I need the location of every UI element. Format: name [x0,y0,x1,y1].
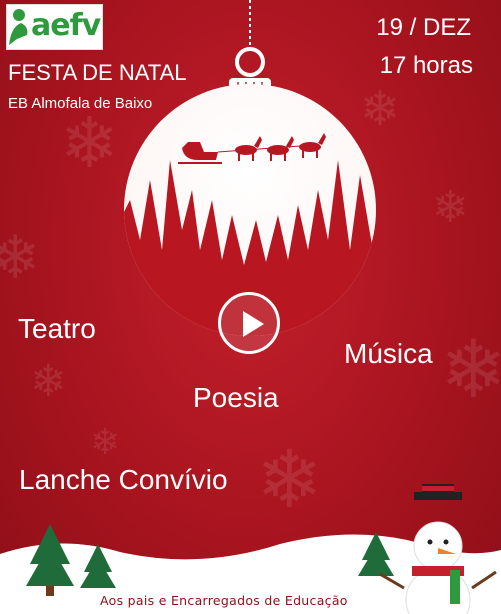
footer-text: Aos pais e Encarregados de Educação [100,593,348,608]
activity-musica: Música [344,338,433,369]
activity-teatro: Teatro [18,313,96,344]
pine-tree-icon [26,524,74,596]
play-icon [243,311,264,337]
activity-poesia: Poesia [193,382,279,413]
poster: ❄ ❄ ❄ ❄ ❄ ❄ ❄ ❄ aefv FESTA DE NATAL EB A… [0,0,501,614]
play-button[interactable] [218,292,280,354]
